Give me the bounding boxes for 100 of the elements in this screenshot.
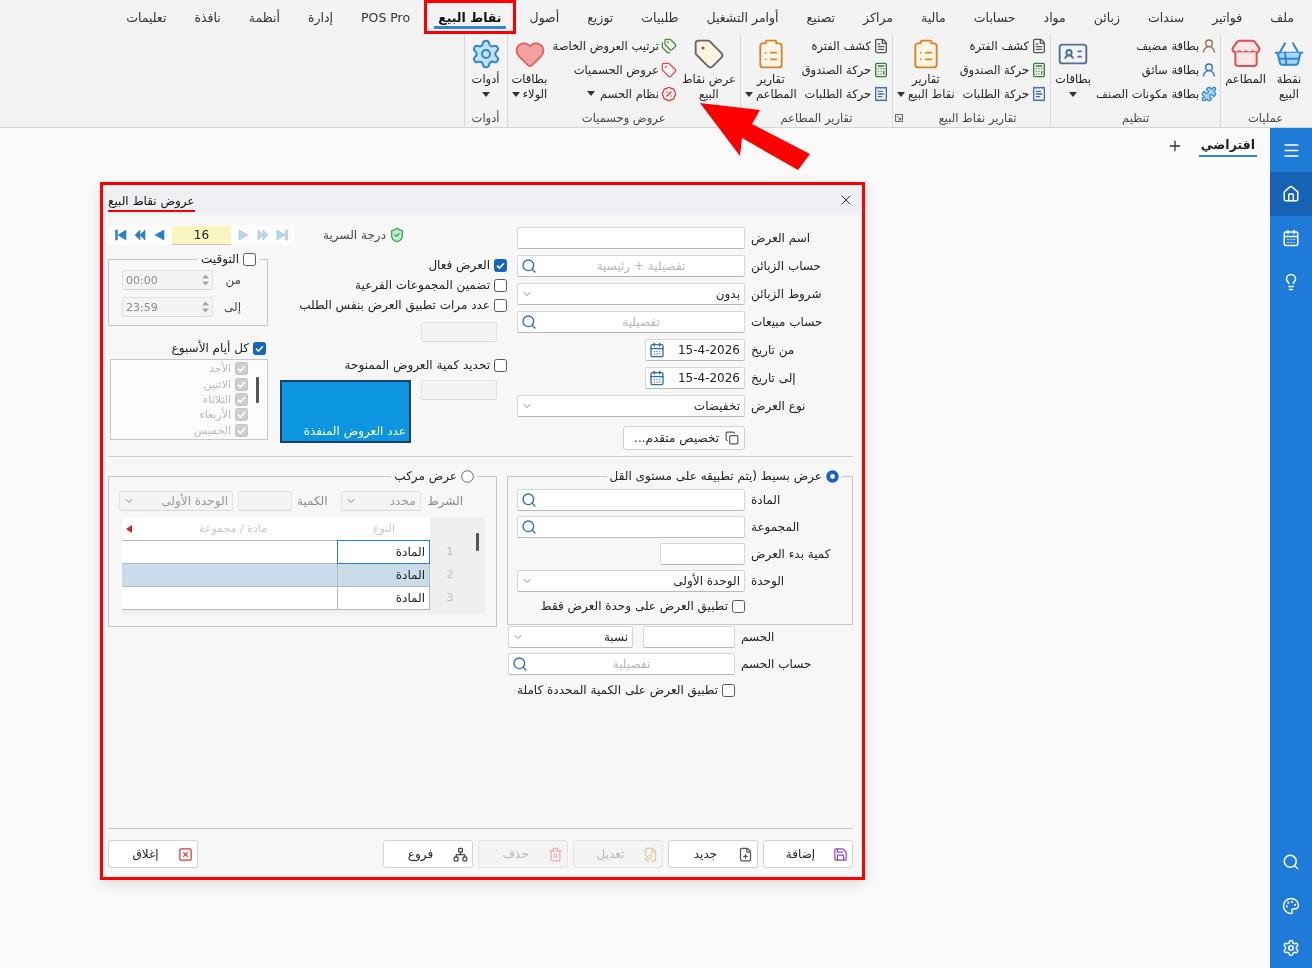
checkbox[interactable] [732, 599, 745, 613]
spinner-icon[interactable] [201, 273, 210, 287]
ribbon-button[interactable]: نظام الحسم [551, 82, 678, 106]
ribbon-button[interactable]: بطاقة مكونات الصنف [1095, 82, 1219, 106]
checkbox[interactable] [494, 278, 507, 292]
menu-tab[interactable]: مواد [1029, 0, 1080, 34]
action-button[interactable]: جديد [668, 840, 758, 868]
table-cell[interactable]: المادة [337, 586, 430, 610]
number-field[interactable] [421, 322, 497, 342]
ribbon-button[interactable]: ترتيب العروض الخاصة [551, 34, 678, 58]
checkbox[interactable] [253, 341, 266, 355]
ribbon-button[interactable]: بطاقة سائق [1095, 58, 1219, 82]
ribbon-button[interactable]: بطاقات الولاء [509, 34, 550, 102]
field-label: المادة [750, 493, 782, 507]
person-icon [1201, 38, 1218, 54]
checkbox-label: تطبيق العرض على الكمية المحددة كاملة [517, 683, 718, 697]
ribbon-button[interactable]: بطاقة مضيف [1095, 34, 1219, 58]
menu-tab[interactable]: زبائن [1079, 0, 1135, 34]
ribbon-button[interactable]: حركة الطلبات [800, 82, 891, 106]
menu-tab[interactable]: حسابات [959, 0, 1030, 34]
new-file-icon [738, 846, 753, 862]
ribbon-button[interactable]: حركة الطلبات [958, 82, 1049, 106]
checkbox[interactable] [494, 258, 507, 272]
menu-tab[interactable]: ملف [1256, 0, 1308, 34]
ribbon-button[interactable]: عرض نقاط البيع [679, 34, 738, 102]
scrollbar[interactable] [476, 533, 479, 551]
checkbox[interactable] [494, 298, 507, 312]
number-field[interactable] [643, 626, 735, 648]
dropdown[interactable]: تخفيضات [517, 395, 745, 417]
checkbox-label: الاثنين [203, 377, 231, 391]
date-field[interactable]: 15-4-2026 [645, 339, 745, 361]
menu-tab[interactable]: أنظمة [234, 0, 294, 34]
tag-icon [692, 38, 725, 70]
ribbon-button[interactable]: عروض الحسميات [551, 58, 678, 82]
launcher-icon[interactable] [895, 113, 904, 122]
radio-button[interactable] [826, 469, 839, 483]
menu-tab[interactable]: إدارة [293, 0, 347, 34]
ribbon-button[interactable]: كشف الفترة [800, 34, 891, 58]
checkbox[interactable] [243, 252, 256, 266]
search-icon [521, 314, 537, 330]
search-field[interactable] [517, 489, 745, 511]
ribbon-button[interactable]: نقطة البيع [1270, 34, 1308, 102]
action-button[interactable]: إضافة [763, 840, 853, 868]
trash-icon [548, 846, 563, 862]
table-cell[interactable]: المادة [337, 563, 430, 587]
table-cell[interactable] [122, 586, 338, 610]
checkbox[interactable] [494, 358, 507, 372]
checkbox[interactable] [722, 683, 735, 697]
action-button[interactable]: فروع [383, 840, 473, 868]
menu-tab[interactable]: سندات [1134, 0, 1199, 34]
ribbon-button[interactable]: حركة الصندوق [958, 58, 1049, 82]
menu-tab[interactable]: مراكز [849, 0, 907, 34]
number-field[interactable] [421, 380, 497, 400]
close-dialog-button[interactable]: إغلاق [108, 840, 198, 868]
menu-tab[interactable]: نقاط البيع [424, 0, 516, 34]
calendar-icon [1282, 229, 1300, 247]
field-label: كمية بدء العرض [750, 547, 832, 561]
spinner-icon[interactable] [201, 300, 210, 314]
menu-tab[interactable]: تعليمات [112, 0, 181, 34]
ribbon-button[interactable]: حركة الصندوق [800, 58, 891, 82]
table-cell[interactable] [122, 563, 338, 587]
ribbon-button[interactable]: تقارير نقاط البيع [895, 34, 957, 102]
document-icon [1031, 38, 1048, 54]
search-icon [521, 492, 537, 508]
date-field[interactable]: 15-4-2026 [645, 367, 745, 389]
text-field[interactable] [517, 227, 745, 249]
advanced-button[interactable]: تخصيص متقدم... [623, 426, 745, 450]
menu-tab[interactable]: توزيع [573, 0, 628, 34]
menu-tab[interactable]: فواتير [1198, 0, 1257, 34]
search-field[interactable]: تفصيلية [517, 311, 745, 333]
dropdown[interactable]: بدون [517, 283, 745, 305]
menu-tab[interactable]: POS Pro [347, 0, 425, 34]
ribbon-button[interactable]: المطاعم [1223, 34, 1268, 87]
menu-tab[interactable]: نافذة [180, 0, 235, 34]
search-field[interactable] [517, 516, 745, 538]
radio-button[interactable] [461, 469, 474, 483]
menu-tab[interactable]: مالية [907, 0, 960, 34]
table-cell[interactable] [122, 540, 338, 564]
ribbon-button[interactable]: تقارير المطاعم [742, 34, 799, 102]
sidebar-button[interactable] [1270, 172, 1312, 216]
ribbon-button[interactable]: بطاقات [1053, 34, 1094, 97]
search-field[interactable]: تفصيلية + رئيسية [517, 255, 745, 277]
menu-tab[interactable]: تصنيع [792, 0, 850, 34]
ribbon-button[interactable]: أدوات [466, 34, 505, 97]
dropdown[interactable]: نسبة [508, 626, 633, 648]
ribbon-button[interactable]: كشف الفترة [958, 34, 1049, 58]
number-field[interactable] [237, 491, 292, 511]
text-field[interactable] [660, 543, 745, 565]
workspace-tab[interactable]: افتراضي [1198, 134, 1257, 157]
field-label: حساب مبيعات [750, 315, 824, 329]
caret-icon [511, 91, 520, 97]
menu-tab[interactable]: أصول [515, 0, 574, 34]
record-number-field[interactable]: 16 [172, 225, 231, 245]
dropdown[interactable]: الوحدة الأولى [517, 570, 745, 592]
checkbox-label: تحديد كمية العروض الممنوحة [344, 358, 490, 372]
menu-tab[interactable]: طلبيات [627, 0, 693, 34]
table-cell[interactable]: المادة [337, 540, 430, 564]
menu-tab[interactable]: أوامر التشغيل [692, 0, 793, 34]
search-field[interactable]: تفصيلية [508, 653, 735, 675]
receipt-icon [873, 86, 890, 102]
